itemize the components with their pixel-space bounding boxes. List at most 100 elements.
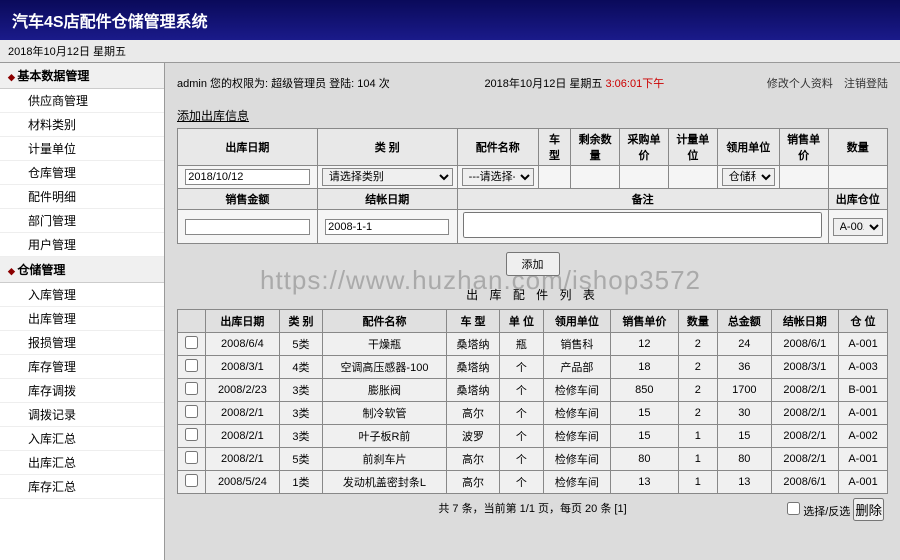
main-content: admin 您的权限为: 超级管理员 登陆: 104 次 2018年10月12日… [165,63,900,560]
nav-item[interactable]: 材料类别 [0,113,164,137]
edit-profile-link[interactable]: 修改个人资料 [767,78,833,90]
table-row: 2008/6/45类干燥瓶桑塔纳瓶销售科122242008/6/1A-001 [178,333,888,356]
column-header: 仓 位 [839,310,888,333]
cell: 个 [500,448,543,471]
column-header: 总金额 [718,310,771,333]
cell: 桑塔纳 [446,379,499,402]
cell: 2008/3/1 [771,356,839,379]
table-row: 2008/3/14类空调高压感器-100桑塔纳个产品部182362008/3/1… [178,356,888,379]
cell: 2008/2/1 [771,425,839,448]
add-button[interactable]: 添加 [506,252,560,276]
cell: 制冷软管 [323,402,447,425]
column-header [178,310,206,333]
nav-section-basic[interactable]: 基本数据管理 [0,63,164,89]
sidebar: 基本数据管理 供应商管理材料类别计量单位仓库管理配件明细部门管理用户管理 仓储管… [0,63,165,560]
cell: 24 [718,333,771,356]
nav-item[interactable]: 库存管理 [0,355,164,379]
cell: 2008/2/1 [771,402,839,425]
cell: 2008/2/1 [206,402,280,425]
select-all-label: 选择/反选 [803,506,850,518]
cell: 检修车间 [543,471,611,494]
cell: 12 [611,333,679,356]
cell: 叶子板R前 [323,425,447,448]
table-row: 2008/2/233类膨胀阀桑塔纳个检修车间850217002008/2/1B-… [178,379,888,402]
nav-item[interactable]: 部门管理 [0,209,164,233]
cell: 前刹车片 [323,448,447,471]
sale-amount-input[interactable] [185,219,309,235]
row-checkbox[interactable] [185,382,198,395]
nav-item[interactable]: 入库管理 [0,283,164,307]
nav-item[interactable]: 配件明细 [0,185,164,209]
cell: 30 [718,402,771,425]
cell: 15 [611,425,679,448]
row-checkbox[interactable] [185,451,198,464]
add-form-table: 出库日期类 别配件名称 车 型剩余数量采购单价 计量单位领用单位销售单价数量 请… [177,128,888,244]
cell: A-001 [839,333,888,356]
row-checkbox[interactable] [185,336,198,349]
logout-link[interactable]: 注销登陆 [844,78,888,90]
cell: 高尔 [446,471,499,494]
app-header: 汽车4S店配件仓储管理系统 [0,0,900,40]
row-checkbox[interactable] [185,474,198,487]
cell: 1 [678,448,717,471]
cell: 个 [500,379,543,402]
cell: 80 [611,448,679,471]
nav-item[interactable]: 库存调拨 [0,379,164,403]
cell: 3类 [279,379,322,402]
cell: 2008/2/1 [771,379,839,402]
cell: A-001 [839,471,888,494]
cell: 5类 [279,448,322,471]
location-select[interactable]: A-001 [833,218,883,236]
category-select[interactable]: 请选择类别 [322,168,453,186]
cell: A-001 [839,402,888,425]
cell: 5类 [279,333,322,356]
nav-item[interactable]: 用户管理 [0,233,164,257]
cell: 2 [678,333,717,356]
cell: 瓶 [500,333,543,356]
remark-textarea[interactable] [463,212,821,238]
nav-item[interactable]: 出库管理 [0,307,164,331]
cell: A-002 [839,425,888,448]
cell: 3类 [279,425,322,448]
column-header: 数量 [678,310,717,333]
part-name-select[interactable]: ---请选择--- [462,168,534,186]
cell: A-001 [839,448,888,471]
column-header: 领用单位 [543,310,611,333]
book-date-input[interactable] [325,219,449,235]
column-header: 出库日期 [206,310,280,333]
cell: 2008/2/1 [206,448,280,471]
nav-item[interactable]: 仓库管理 [0,161,164,185]
table-row: 2008/2/15类前刹车片高尔个检修车间801802008/2/1A-001 [178,448,888,471]
nav-item[interactable]: 库存汇总 [0,475,164,499]
row-checkbox[interactable] [185,359,198,372]
select-all-checkbox[interactable] [787,502,800,515]
nav-item[interactable]: 报损管理 [0,331,164,355]
cell: 13 [611,471,679,494]
cell: 850 [611,379,679,402]
cell: 1700 [718,379,771,402]
cell: B-001 [839,379,888,402]
out-date-input[interactable] [185,169,309,185]
cell: 桑塔纳 [446,333,499,356]
nav-item[interactable]: 入库汇总 [0,427,164,451]
cell: 2 [678,379,717,402]
cell: 高尔 [446,402,499,425]
cell: 膨胀阀 [323,379,447,402]
cell: 2 [678,402,717,425]
nav-item[interactable]: 出库汇总 [0,451,164,475]
cell: 个 [500,402,543,425]
cell: 个 [500,425,543,448]
nav-item[interactable]: 调拨记录 [0,403,164,427]
cell: 空调高压感器-100 [323,356,447,379]
nav-item[interactable]: 计量单位 [0,137,164,161]
cell: 2008/6/1 [771,471,839,494]
row-checkbox[interactable] [185,405,198,418]
nav-section-storage[interactable]: 仓储管理 [0,257,164,283]
delete-button[interactable]: 删除 [853,498,884,521]
cell: 18 [611,356,679,379]
row-checkbox[interactable] [185,428,198,441]
nav-item[interactable]: 供应商管理 [0,89,164,113]
dept-select[interactable]: 仓储科 [722,168,775,186]
cell: 销售科 [543,333,611,356]
column-header: 类 别 [279,310,322,333]
